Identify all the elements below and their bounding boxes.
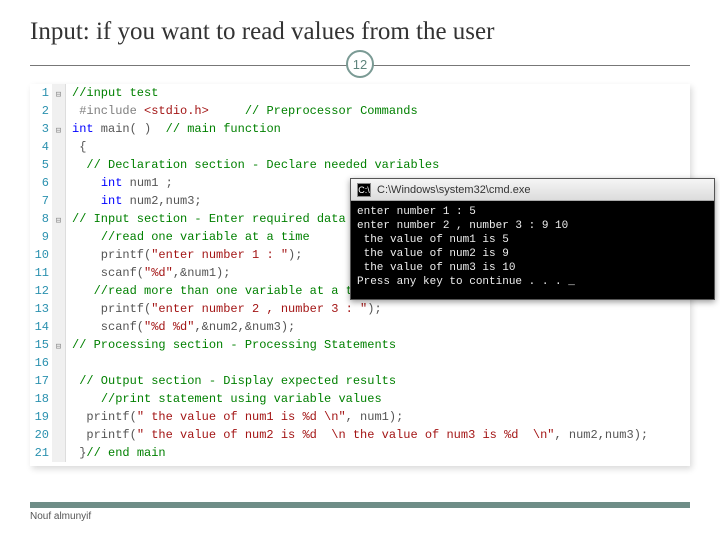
code-line: 5 // Declaration section - Declare neede… [30, 156, 690, 174]
code-line: 4 { [30, 138, 690, 156]
code-line: 17 // Output section - Display expected … [30, 372, 690, 390]
fold-gutter [52, 246, 66, 264]
line-number: 17 [30, 372, 52, 390]
line-number: 3 [30, 120, 52, 138]
code-text [66, 354, 72, 372]
code-text: // Declaration section - Declare needed … [66, 156, 439, 174]
line-number: 2 [30, 102, 52, 120]
fold-gutter [52, 174, 66, 192]
title-divider: 12 [30, 52, 690, 66]
fold-gutter [52, 192, 66, 210]
code-text: // Processing section - Processing State… [66, 336, 396, 354]
code-text: // Output section - Display expected res… [66, 372, 396, 390]
code-text: printf(" the value of num1 is %d \n", nu… [66, 408, 403, 426]
code-text: scanf("%d %d",&num2,&num3); [66, 318, 295, 336]
fold-gutter [52, 372, 66, 390]
code-text: // Input section - Enter required data [66, 210, 346, 228]
fold-gutter [52, 408, 66, 426]
line-number: 5 [30, 156, 52, 174]
code-line: 1⊟//input test [30, 84, 690, 102]
line-number: 21 [30, 444, 52, 462]
code-text: printf("enter number 1 : "); [66, 246, 302, 264]
console-title-text: C:\Windows\system32\cmd.exe [377, 184, 530, 196]
code-text: printf("enter number 2 , number 3 : "); [66, 300, 382, 318]
line-number: 10 [30, 246, 52, 264]
code-text: //read more than one variable at a time [66, 282, 374, 300]
code-line: 3⊟int main( ) // main function [30, 120, 690, 138]
code-text: int main( ) // main function [66, 120, 281, 138]
footer: Nouf almunyif [0, 502, 720, 522]
line-number: 19 [30, 408, 52, 426]
code-text: }// end main [66, 444, 166, 462]
line-number: 1 [30, 84, 52, 102]
line-number: 16 [30, 354, 52, 372]
page-number-badge: 12 [346, 50, 374, 78]
line-number: 15 [30, 336, 52, 354]
fold-gutter [52, 228, 66, 246]
fold-gutter: ⊟ [52, 210, 66, 228]
author-label: Nouf almunyif [30, 511, 690, 522]
fold-gutter [52, 444, 66, 462]
code-line: 15⊟// Processing section - Processing St… [30, 336, 690, 354]
fold-gutter: ⊟ [52, 84, 66, 102]
line-number: 9 [30, 228, 52, 246]
console-titlebar: C:\ C:\Windows\system32\cmd.exe [351, 179, 714, 201]
line-number: 18 [30, 390, 52, 408]
code-text: scanf("%d",&num1); [66, 264, 230, 282]
line-number: 8 [30, 210, 52, 228]
code-line: 18 //print statement using variable valu… [30, 390, 690, 408]
content-area: 1⊟//input test2 #include <stdio.h> // Pr… [30, 84, 690, 484]
code-text: //input test [66, 84, 158, 102]
code-text: int num1 ; [66, 174, 173, 192]
slide-title: Input: if you want to read values from t… [30, 18, 690, 46]
line-number: 4 [30, 138, 52, 156]
code-text: //read one variable at a time [66, 228, 310, 246]
code-line: 16 [30, 354, 690, 372]
line-number: 11 [30, 264, 52, 282]
line-number: 13 [30, 300, 52, 318]
fold-gutter [52, 390, 66, 408]
code-line: 14 scanf("%d %d",&num2,&num3); [30, 318, 690, 336]
code-text: printf(" the value of num2 is %d \n the … [66, 426, 648, 444]
code-text: { [66, 138, 86, 156]
fold-gutter [52, 102, 66, 120]
code-text: //print statement using variable values [66, 390, 382, 408]
console-output: enter number 1 : 5 enter number 2 , numb… [351, 201, 714, 299]
code-text: int num2,num3; [66, 192, 202, 210]
code-text: #include <stdio.h> // Preprocessor Comma… [66, 102, 418, 120]
console-window: C:\ C:\Windows\system32\cmd.exe enter nu… [350, 178, 715, 300]
fold-gutter [52, 318, 66, 336]
fold-gutter [52, 282, 66, 300]
footer-bar [30, 502, 690, 508]
line-number: 14 [30, 318, 52, 336]
fold-gutter [52, 264, 66, 282]
line-number: 7 [30, 192, 52, 210]
fold-gutter [52, 354, 66, 372]
cmd-icon: C:\ [357, 183, 371, 197]
line-number: 12 [30, 282, 52, 300]
code-line: 19 printf(" the value of num1 is %d \n",… [30, 408, 690, 426]
fold-gutter: ⊟ [52, 336, 66, 354]
code-line: 13 printf("enter number 2 , number 3 : "… [30, 300, 690, 318]
line-number: 20 [30, 426, 52, 444]
fold-gutter: ⊟ [52, 120, 66, 138]
code-line: 21 }// end main [30, 444, 690, 462]
line-number: 6 [30, 174, 52, 192]
code-line: 2 #include <stdio.h> // Preprocessor Com… [30, 102, 690, 120]
fold-gutter [52, 156, 66, 174]
code-line: 20 printf(" the value of num2 is %d \n t… [30, 426, 690, 444]
fold-gutter [52, 300, 66, 318]
fold-gutter [52, 138, 66, 156]
fold-gutter [52, 426, 66, 444]
